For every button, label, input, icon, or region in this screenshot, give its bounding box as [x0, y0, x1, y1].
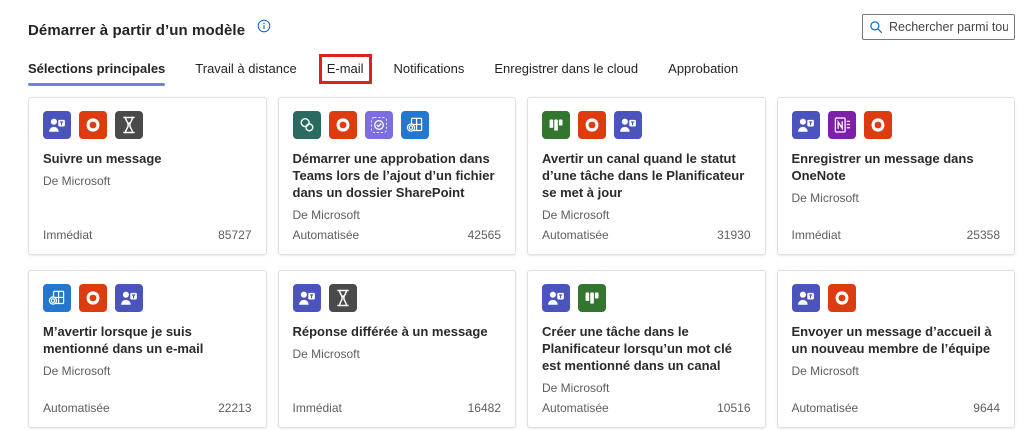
template-card-grid: Suivre un message De Microsoft Immédiat …	[28, 97, 1015, 428]
card-footer: Immédiat 25358	[792, 228, 1001, 242]
card-publisher: De Microsoft	[43, 364, 252, 378]
template-card[interactable]: Créer une tâche dans le Planificateur lo…	[527, 270, 766, 428]
card-publisher: De Microsoft	[43, 174, 252, 188]
card-title: Réponse différée à un message	[293, 324, 502, 341]
card-footer: Automatisée 22213	[43, 401, 252, 415]
tab-label: Approbation	[668, 61, 738, 76]
card-title: Suivre un message	[43, 151, 252, 168]
office-icon	[79, 284, 107, 312]
hourglass-icon	[329, 284, 357, 312]
selected-tab-underline	[28, 83, 165, 86]
teams-icon	[792, 284, 820, 312]
tab-notifications[interactable]: Notifications	[394, 61, 465, 87]
card-usage-count: 31930	[717, 228, 750, 242]
tab-enregistrer-dans-le-cloud[interactable]: Enregistrer dans le cloud	[494, 61, 638, 87]
hourglass-icon	[115, 111, 143, 139]
card-icon-row	[792, 111, 1001, 139]
card-flow-type: Automatisée	[293, 228, 360, 242]
card-footer: Automatisée 10516	[542, 401, 751, 415]
card-publisher: De Microsoft	[792, 191, 1001, 205]
card-icon-row	[43, 111, 252, 139]
outlook-icon	[401, 111, 429, 139]
card-icon-row	[293, 284, 502, 312]
outlook-icon	[43, 284, 71, 312]
template-card[interactable]: Suivre un message De Microsoft Immédiat …	[28, 97, 267, 255]
template-card[interactable]: Réponse différée à un message De Microso…	[278, 270, 517, 428]
card-publisher: De Microsoft	[293, 208, 502, 222]
card-usage-count: 85727	[218, 228, 251, 242]
card-usage-count: 25358	[967, 228, 1000, 242]
tab-label: Travail à distance	[195, 61, 296, 76]
tab-e-mail[interactable]: E-mail	[327, 61, 364, 87]
card-flow-type: Automatisée	[792, 401, 859, 415]
approvals-icon	[365, 111, 393, 139]
onenote-icon	[828, 111, 856, 139]
card-publisher: De Microsoft	[542, 208, 751, 222]
tab-bar: Sélections principales Travail à distanc…	[28, 61, 1024, 87]
tab-label: Notifications	[394, 61, 465, 76]
teams-icon	[115, 284, 143, 312]
template-card[interactable]: Enregistrer un message dans OneNote De M…	[777, 97, 1016, 255]
card-title: Avertir un canal quand le statut d’une t…	[542, 151, 751, 202]
card-flow-type: Immédiat	[293, 401, 342, 415]
office-icon	[864, 111, 892, 139]
search-box[interactable]	[862, 14, 1015, 40]
card-icon-row	[542, 284, 751, 312]
card-icon-row	[43, 284, 252, 312]
card-publisher: De Microsoft	[542, 381, 751, 395]
card-icon-row	[542, 111, 751, 139]
card-footer: Immédiat 16482	[293, 401, 502, 415]
card-footer: Automatisée 42565	[293, 228, 502, 242]
template-card[interactable]: M’avertir lorsque je suis mentionné dans…	[28, 270, 267, 428]
card-title: Envoyer un message d’accueil à un nouvea…	[792, 324, 1001, 358]
card-usage-count: 22213	[218, 401, 251, 415]
card-footer: Automatisée 9644	[792, 401, 1001, 415]
teams-icon	[542, 284, 570, 312]
office-icon	[828, 284, 856, 312]
card-icon-row	[293, 111, 502, 139]
office-icon	[329, 111, 357, 139]
card-flow-type: Automatisée	[43, 401, 110, 415]
card-usage-count: 16482	[468, 401, 501, 415]
card-title: Enregistrer un message dans OneNote	[792, 151, 1001, 185]
card-flow-type: Immédiat	[792, 228, 841, 242]
card-flow-type: Automatisée	[542, 401, 609, 415]
tab-label: Sélections principales	[28, 61, 165, 76]
template-card[interactable]: Avertir un canal quand le statut d’une t…	[527, 97, 766, 255]
card-title: Démarrer une approbation dans Teams lors…	[293, 151, 502, 202]
teams-icon	[614, 111, 642, 139]
page-title: Démarrer à partir d’un modèle	[28, 22, 245, 39]
card-usage-count: 10516	[717, 401, 750, 415]
card-usage-count: 9644	[973, 401, 1000, 415]
tab-label: E-mail	[327, 61, 364, 76]
card-footer: Immédiat 85727	[43, 228, 252, 242]
tab-travail-a-distance[interactable]: Travail à distance	[195, 61, 296, 87]
card-icon-row	[792, 284, 1001, 312]
card-flow-type: Immédiat	[43, 228, 92, 242]
planner-icon	[542, 111, 570, 139]
template-card[interactable]: Envoyer un message d’accueil à un nouvea…	[777, 270, 1016, 428]
card-title: Créer une tâche dans le Planificateur lo…	[542, 324, 751, 375]
office-icon	[79, 111, 107, 139]
page-header: Démarrer à partir d’un modèle	[0, 0, 1024, 40]
sharepoint-icon	[293, 111, 321, 139]
teams-icon	[43, 111, 71, 139]
card-title: M’avertir lorsque je suis mentionné dans…	[43, 324, 252, 358]
teams-icon	[293, 284, 321, 312]
card-publisher: De Microsoft	[293, 347, 502, 361]
planner-icon	[578, 284, 606, 312]
template-card[interactable]: Démarrer une approbation dans Teams lors…	[278, 97, 517, 255]
search-icon	[869, 20, 883, 34]
tab-approbation[interactable]: Approbation	[668, 61, 738, 87]
card-flow-type: Automatisée	[542, 228, 609, 242]
card-footer: Automatisée 31930	[542, 228, 751, 242]
office-icon	[578, 111, 606, 139]
tab-selections-principales[interactable]: Sélections principales	[28, 61, 165, 87]
info-icon[interactable]	[257, 19, 271, 33]
card-publisher: De Microsoft	[792, 364, 1001, 378]
tab-label: Enregistrer dans le cloud	[494, 61, 638, 76]
card-usage-count: 42565	[468, 228, 501, 242]
search-input[interactable]	[889, 20, 1008, 34]
teams-icon	[792, 111, 820, 139]
